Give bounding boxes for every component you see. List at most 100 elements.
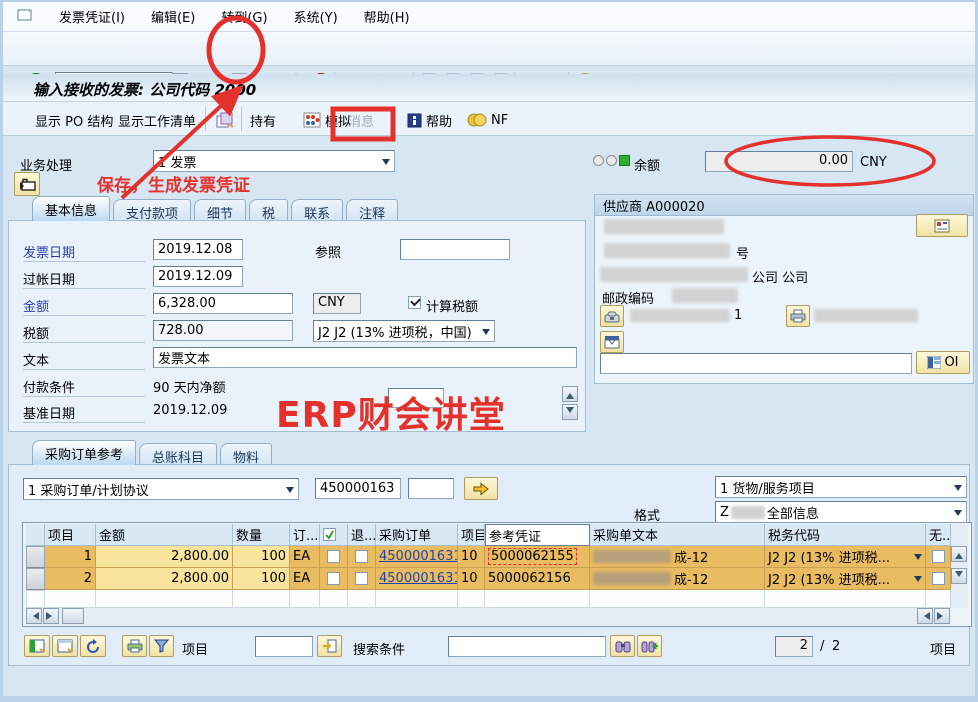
simulate-button[interactable]: 模拟 — [303, 109, 351, 131]
nf-button[interactable]: NF — [467, 109, 508, 131]
goto-item-field[interactable] — [255, 636, 313, 657]
final-invoice-checkbox[interactable] — [320, 568, 348, 590]
quantity-cell[interactable]: 100 — [233, 546, 290, 568]
worklist-icon[interactable] — [215, 109, 235, 131]
col-quantity[interactable]: 数量 — [233, 524, 290, 546]
item-filter-select[interactable]: 1 货物/服务项目 — [715, 476, 967, 498]
row-select-button[interactable] — [26, 546, 45, 568]
layout-select[interactable]: Z全部信息 — [715, 501, 967, 523]
po-document-category-select[interactable]: 1 采购订单/计划协议 — [23, 478, 299, 500]
col-no-etc[interactable]: 无.. — [926, 524, 951, 546]
tab-gl-account[interactable]: 总账科目 — [139, 443, 217, 465]
row-select-button[interactable] — [26, 590, 45, 608]
col-po-item[interactable]: 项目 — [458, 524, 485, 546]
hscroll-thumb[interactable] — [62, 608, 84, 624]
row-select-button[interactable] — [26, 568, 45, 590]
help-app-button[interactable]: 帮助 — [407, 109, 452, 131]
phone-button[interactable] — [600, 305, 624, 327]
menu-goto[interactable]: 转到(G) — [221, 7, 267, 26]
col-return[interactable]: 退... — [348, 524, 376, 546]
vscroll-up-button[interactable] — [951, 546, 967, 562]
tab-details[interactable]: 细节 — [194, 199, 246, 221]
tab-contacts[interactable]: 联系 — [291, 199, 343, 221]
hscroll-left-button[interactable] — [26, 608, 42, 624]
adopt-button[interactable] — [464, 477, 498, 500]
no-checkbox[interactable] — [926, 546, 951, 568]
col-final-invoice[interactable] — [320, 524, 348, 546]
show-worklist-button[interactable]: 显示工作清单 — [118, 109, 196, 131]
hscroll-right-button[interactable] — [43, 608, 59, 624]
table-hscrollbar[interactable] — [26, 608, 951, 625]
position-button[interactable] — [317, 635, 342, 657]
hscroll-right-button-2[interactable] — [934, 608, 950, 624]
vscroll-down-button[interactable] — [951, 568, 967, 584]
menu-system[interactable]: 系统(Y) — [294, 7, 338, 26]
sms-button[interactable] — [600, 331, 624, 353]
filter-button[interactable] — [149, 635, 174, 657]
system-menu-icon[interactable] — [17, 8, 33, 26]
tab-payment[interactable]: 支付款项 — [113, 199, 191, 221]
text-field[interactable] — [153, 347, 577, 368]
tax-code-cell[interactable]: J2 J2 (13% 进项税... — [765, 546, 926, 568]
no-checkbox[interactable] — [926, 568, 951, 590]
tax-code-cell[interactable]: J2 J2 (13% 进项税... — [765, 568, 926, 590]
menu-help[interactable]: 帮助(H) — [364, 7, 410, 26]
amount-field[interactable] — [153, 293, 293, 314]
show-po-structure-button[interactable]: 显示 PO 结构 — [35, 109, 113, 131]
po-link[interactable]: 4500001631 — [379, 549, 458, 564]
reference-doc-cell[interactable]: 5000062155 — [485, 546, 590, 568]
reference-field[interactable] — [400, 239, 510, 260]
po-item-field[interactable] — [408, 478, 454, 499]
select-all-button[interactable] — [24, 635, 50, 657]
tab-material[interactable]: 物料 — [220, 443, 272, 465]
tax-amount-field[interactable] — [153, 320, 293, 341]
tab-basic-data[interactable]: 基本信息 — [32, 196, 110, 221]
deselect-all-button[interactable] — [52, 635, 78, 657]
panel-scroll-up-button[interactable] — [562, 386, 578, 402]
col-order-unit[interactable]: 订... — [290, 524, 320, 546]
select-column-header[interactable] — [26, 524, 45, 546]
tab-po-reference[interactable]: 采购订单参考 — [32, 440, 136, 465]
final-invoice-checkbox[interactable] — [320, 546, 348, 568]
tab-tax[interactable]: 税 — [249, 199, 288, 221]
po-structure-toggle-button[interactable] — [14, 172, 40, 196]
col-purchase-order[interactable]: 采购订单 — [376, 524, 458, 546]
return-checkbox[interactable] — [348, 546, 376, 568]
table-vscrollbar[interactable] — [951, 524, 968, 608]
col-amount[interactable]: 金额 — [96, 524, 233, 546]
po-text-cell[interactable]: 成-12 — [590, 546, 765, 568]
posting-date-field[interactable] — [153, 266, 243, 287]
amount-cell[interactable]: 2,800.00 — [96, 546, 233, 568]
hscroll-left-button-2[interactable] — [917, 608, 933, 624]
menu-edit[interactable]: 编辑(E) — [151, 7, 195, 26]
vendor-address-button[interactable] — [916, 214, 968, 237]
open-items-button[interactable]: OI — [916, 351, 970, 374]
reference-doc-cell[interactable]: 5000062156 — [485, 568, 590, 590]
calculate-tax-checkbox[interactable] — [408, 296, 421, 309]
currency-field[interactable]: CNY — [313, 293, 361, 314]
transaction-select[interactable]: 1 发票 — [153, 150, 395, 172]
vendor-extra-field[interactable] — [600, 353, 912, 374]
menu-invoice-document[interactable]: 发票凭证(I) — [59, 7, 125, 26]
print-items-button[interactable] — [122, 635, 147, 657]
fax-print-button[interactable] — [786, 305, 810, 327]
find-next-items-button[interactable] — [637, 635, 662, 657]
quantity-cell[interactable]: 100 — [233, 568, 290, 590]
hold-button[interactable]: 持有 — [250, 109, 276, 131]
amount-cell[interactable]: 2,800.00 — [96, 568, 233, 590]
po-link[interactable]: 4500001631 — [379, 571, 458, 586]
tab-note[interactable]: 注释 — [346, 199, 398, 221]
col-reference-doc[interactable]: 参考凭证 — [485, 524, 590, 546]
col-tax-code[interactable]: 税务代码 — [765, 524, 926, 546]
messages-button[interactable]: 消息 — [348, 109, 374, 131]
reset-items-button[interactable] — [80, 635, 106, 657]
col-po-text[interactable]: 采购单文本 — [590, 524, 765, 546]
tax-code-select[interactable]: J2 J2 (13% 进项税，中国) — [313, 320, 495, 342]
invoice-date-field[interactable] — [153, 239, 243, 260]
col-item[interactable]: 项目 — [45, 524, 96, 546]
po-text-cell[interactable]: 成-12 — [590, 568, 765, 590]
return-checkbox[interactable] — [348, 568, 376, 590]
panel-scroll-down-button[interactable] — [562, 404, 578, 420]
find-items-button[interactable] — [610, 635, 635, 657]
po-number-field[interactable] — [315, 478, 401, 499]
